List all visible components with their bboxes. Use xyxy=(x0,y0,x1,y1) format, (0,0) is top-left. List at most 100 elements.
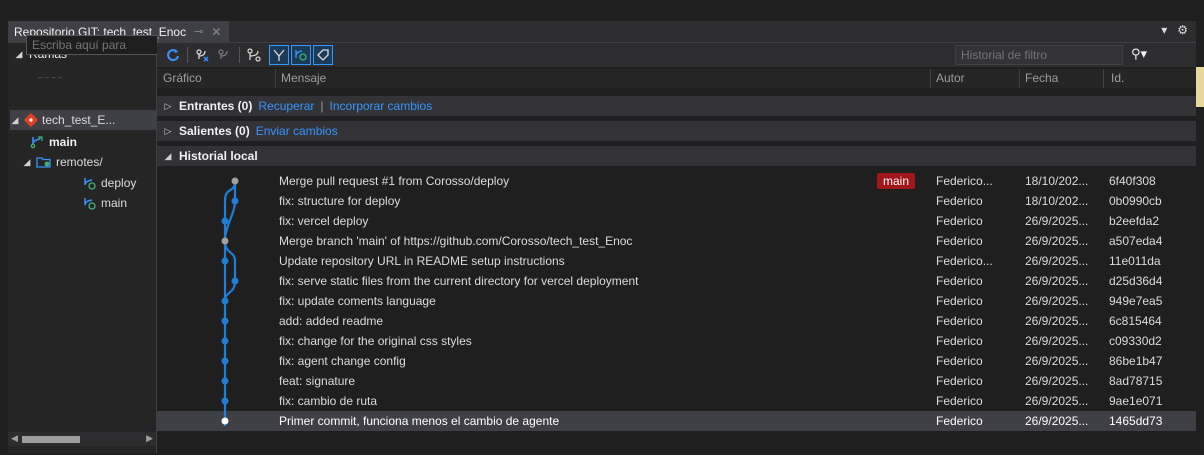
commit-date: 26/9/2025... xyxy=(1025,214,1089,228)
first-parent-icon[interactable] xyxy=(269,45,289,65)
tree-item-deploy[interactable]: deploy xyxy=(82,173,156,193)
branch-search-input[interactable] xyxy=(26,35,158,55)
commit-date: 26/9/2025... xyxy=(1025,414,1089,428)
commit-author: Federico xyxy=(936,354,983,368)
commit-author: Federico xyxy=(936,414,983,428)
scroll-left-icon[interactable]: ◀ xyxy=(11,433,18,444)
incoming-label: Entrantes (0) xyxy=(179,99,253,113)
commit-row[interactable]: add: added readme Federico 26/9/2025... 6c8… xyxy=(157,311,1196,331)
collapsed-arrow-icon[interactable]: ▷ xyxy=(163,126,173,137)
branch-icon xyxy=(30,135,43,148)
history-filter-input[interactable] xyxy=(955,45,1123,65)
branches-pane: ◢ Ramas xyxy=(8,43,157,453)
tree-item-label: remotes/ xyxy=(56,155,103,169)
horizontal-scrollbar[interactable]: ◀ ▶ xyxy=(8,432,156,446)
column-id[interactable]: Id. xyxy=(1111,71,1124,85)
commit-message: Update repository URL in README setup in… xyxy=(279,254,565,268)
expanded-arrow-icon[interactable]: ◢ xyxy=(163,151,173,162)
commit-date: 26/9/2025... xyxy=(1025,374,1089,388)
commit-id: 0b0990cb xyxy=(1109,194,1162,208)
commit-message: fix: serve static files from the current… xyxy=(279,274,639,288)
commit-id: 9ae1e071 xyxy=(1109,394,1163,408)
commit-id: b2eefda2 xyxy=(1109,214,1160,228)
commit-id: 1465dd73 xyxy=(1109,414,1163,428)
commit-row[interactable]: fix: structure for deploy Federico 18/10/2… xyxy=(157,191,1196,211)
column-date[interactable]: Fecha xyxy=(1025,71,1058,85)
remote-branch-icon xyxy=(84,197,96,210)
history-pane: ⚲▾ Gráfico Mensaje Autor Fecha Id. ▷ Ent… xyxy=(157,43,1196,453)
commit-id: c09330d2 xyxy=(1109,334,1162,348)
pull-link[interactable]: Incorporar cambios xyxy=(330,99,433,113)
commit-row[interactable]: fix: vercel deploy Federico 26/9/2025... b2… xyxy=(157,211,1196,231)
tree-item-main[interactable]: main xyxy=(30,132,156,152)
fetch-link[interactable]: Recuperar xyxy=(258,99,314,113)
column-author[interactable]: Autor xyxy=(936,71,965,85)
commit-graph xyxy=(221,177,239,426)
commit-row[interactable]: Primer commit, funciona menos el cambio … xyxy=(157,411,1196,431)
commit-id: a507eda4 xyxy=(1109,234,1163,248)
pull-icon[interactable] xyxy=(215,45,235,65)
commit-row[interactable]: feat: signature Federico 26/9/2025... 8ad78… xyxy=(157,371,1196,391)
commit-date: 18/10/202... xyxy=(1025,194,1089,208)
commit-message: fix: structure for deploy xyxy=(279,194,401,208)
search-icon[interactable]: ⚲▾ xyxy=(1131,46,1147,62)
commit-message: feat: signature xyxy=(279,374,356,388)
commit-row[interactable]: fix: change for the original css styles F… xyxy=(157,331,1196,351)
section-outgoing[interactable]: ▷ Salientes (0) Enviar cambios xyxy=(157,121,1196,141)
column-graph[interactable]: Gráfico xyxy=(163,71,202,85)
commit-message: Primer commit, funciona menos el cambio … xyxy=(279,414,560,428)
commit-row[interactable]: Update repository URL in README setup in… xyxy=(157,251,1196,271)
commit-author: Federico xyxy=(936,334,983,348)
column-message[interactable]: Mensaje xyxy=(281,71,326,85)
gear-icon[interactable]: ⚙ xyxy=(1177,23,1188,37)
expand-icon[interactable]: ◢ xyxy=(10,115,20,126)
fetch-icon[interactable] xyxy=(193,45,213,65)
commit-author: Federico xyxy=(936,294,983,308)
collapsed-arrow-icon[interactable]: ▷ xyxy=(163,101,173,112)
window-menu-icon[interactable]: ▾ xyxy=(1161,23,1167,37)
commit-author: Federico xyxy=(936,274,983,288)
remote-branch-icon xyxy=(84,177,96,190)
link-separator: | xyxy=(320,99,324,113)
refresh-icon[interactable] xyxy=(163,45,183,65)
scroll-right-icon[interactable]: ▶ xyxy=(146,433,153,444)
section-local-history[interactable]: ◢ Historial local xyxy=(157,146,1196,166)
commit-row[interactable]: fix: cambio de ruta Federico 26/9/2025... 9… xyxy=(157,391,1196,411)
commit-message: Merge branch 'main' of https://github.co… xyxy=(279,234,633,248)
commit-row[interactable]: fix: update coments language Federico 26/9… xyxy=(157,291,1196,311)
push-link[interactable]: Enviar cambios xyxy=(256,124,338,138)
commit-message: fix: agent change config xyxy=(279,354,406,368)
tree-item-label: deploy xyxy=(101,176,137,190)
branch-tag[interactable]: main xyxy=(877,173,916,189)
tree-item-remote-main[interactable]: main xyxy=(82,193,156,213)
commit-date: 26/9/2025... xyxy=(1025,254,1089,268)
close-icon[interactable]: ✕ xyxy=(211,25,221,39)
commit-row[interactable]: fix: serve static files from the current… xyxy=(157,271,1196,291)
git-repo-icon xyxy=(24,113,38,127)
commit-author: Federico xyxy=(936,214,983,228)
tag-icon[interactable] xyxy=(313,45,333,65)
commit-author: Federico... xyxy=(936,254,993,268)
commit-author: Federico xyxy=(936,314,983,328)
commit-row[interactable]: main Merge pull request #1 from Corosso/d… xyxy=(157,171,1196,191)
scroll-thumb[interactable] xyxy=(22,436,80,443)
commit-author: Federico xyxy=(936,374,983,388)
expand-icon[interactable]: ◢ xyxy=(22,157,32,168)
collapse-icon[interactable]: ◢ xyxy=(14,49,24,60)
remote-branches-icon[interactable] xyxy=(291,45,311,65)
tree-item-repo[interactable]: ◢ tech_test_E... xyxy=(10,110,156,130)
commit-message: fix: update coments language xyxy=(279,294,436,308)
commit-id: 949e7ea5 xyxy=(1109,294,1163,308)
commit-row[interactable]: fix: agent change config Federico 26/9/202… xyxy=(157,351,1196,371)
vertical-scrollbar-edge[interactable] xyxy=(1196,67,1204,107)
tree-item-remotes[interactable]: ◢ remotes/ xyxy=(22,152,156,172)
commit-id: 6c815464 xyxy=(1109,314,1162,328)
commit-row[interactable]: Merge branch 'main' of https://github.co… xyxy=(157,231,1196,251)
commit-author: Federico xyxy=(936,234,983,248)
branch-graph-icon[interactable] xyxy=(245,45,265,65)
column-header: Gráfico Mensaje Autor Fecha Id. xyxy=(157,69,1196,88)
section-incoming[interactable]: ▷ Entrantes (0) Recuperar | Incorporar c… xyxy=(157,96,1196,116)
pin-icon[interactable]: ⊸ xyxy=(194,25,203,38)
commit-date: 26/9/2025... xyxy=(1025,294,1089,308)
tree-item-label: tech_test_E... xyxy=(42,113,116,127)
